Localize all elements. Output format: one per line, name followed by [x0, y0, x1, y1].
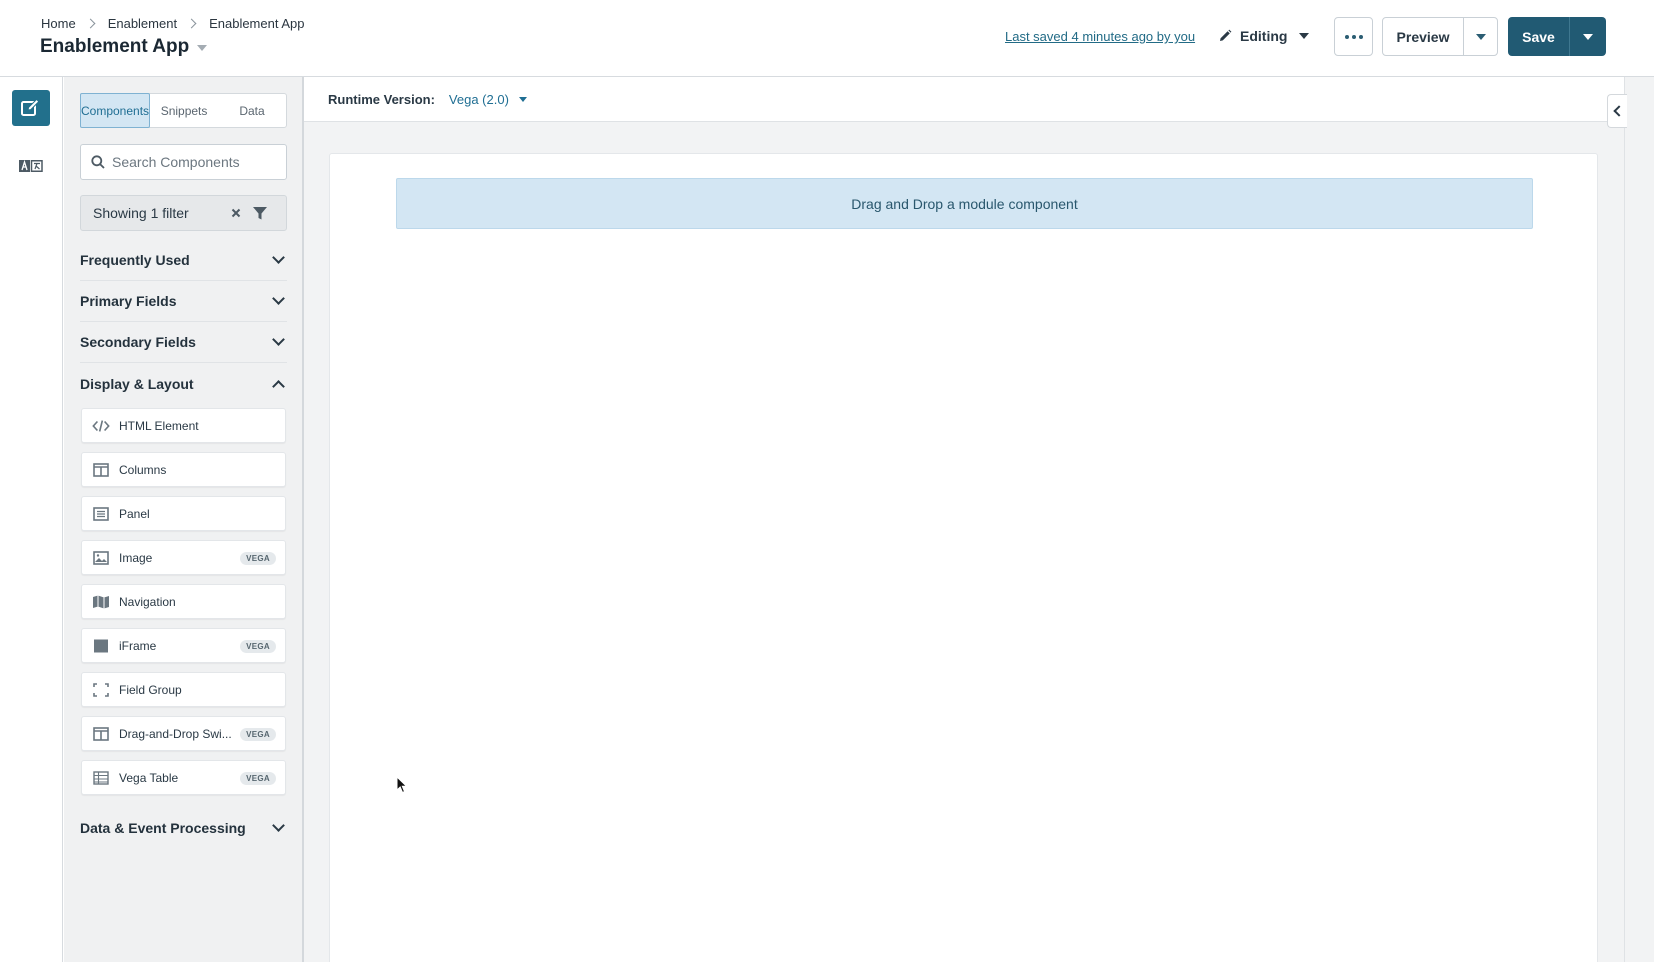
- component-navigation[interactable]: Navigation: [81, 584, 286, 619]
- component-label: Panel: [119, 506, 150, 521]
- table-icon: [93, 770, 109, 785]
- component-label: Image: [119, 550, 153, 565]
- right-rail: [1624, 77, 1654, 962]
- panel-tabs: Components Snippets Data: [80, 93, 287, 128]
- vega-badge: VEGA: [240, 552, 276, 565]
- breadcrumb-home[interactable]: Home: [41, 16, 76, 31]
- edit-mode-button[interactable]: [12, 90, 50, 126]
- component-drag-and-drop-switcher[interactable]: Drag-and-Drop Swi... VEGA: [81, 716, 286, 751]
- tab-data[interactable]: Data: [218, 94, 286, 127]
- chevron-down-icon: [272, 818, 285, 832]
- component-label: Columns: [119, 462, 167, 477]
- page-title: Enablement App: [40, 36, 190, 57]
- app-header: Home Enablement Enablement App Enablemen…: [0, 0, 1654, 77]
- columns-icon: [93, 462, 109, 477]
- mouse-cursor-icon: [396, 776, 408, 794]
- section-label: Data & Event Processing: [80, 819, 246, 836]
- chevron-right-icon: [85, 18, 96, 29]
- chevron-right-icon: [186, 18, 197, 29]
- filter-icon[interactable]: [252, 206, 268, 221]
- save-dropdown-button[interactable]: [1570, 17, 1606, 56]
- mode-dropdown[interactable]: Editing: [1218, 28, 1310, 44]
- map-icon: [93, 595, 109, 608]
- translate-button[interactable]: [19, 159, 43, 177]
- code-icon: [92, 419, 110, 432]
- editor-canvas-area: Runtime Version: Vega (2.0) Drag and Dro…: [304, 77, 1624, 962]
- tab-snippets[interactable]: Snippets: [150, 94, 218, 127]
- chevron-up-icon: [272, 379, 285, 393]
- filter-status: Showing 1 filter: [93, 205, 189, 221]
- pencil-icon: [1220, 29, 1232, 41]
- preview-dropdown-button[interactable]: [1464, 18, 1497, 55]
- save-button[interactable]: Save: [1508, 17, 1570, 56]
- component-field-group[interactable]: Field Group: [81, 672, 286, 707]
- caret-down-icon: [1299, 33, 1310, 39]
- runtime-bar: Runtime Version: Vega (2.0): [304, 77, 1624, 122]
- component-label: HTML Element: [119, 418, 199, 433]
- preview-button[interactable]: Preview: [1383, 18, 1464, 55]
- page-canvas[interactable]: Drag and Drop a module component: [329, 153, 1598, 962]
- component-html-element[interactable]: HTML Element: [81, 408, 286, 443]
- search-icon: [91, 155, 105, 169]
- breadcrumb: Home Enablement Enablement App: [41, 16, 304, 31]
- edit-icon: [21, 98, 40, 116]
- save-button-group: Save: [1508, 17, 1606, 56]
- component-vega-table[interactable]: Vega Table VEGA: [81, 760, 286, 795]
- vega-badge: VEGA: [240, 772, 276, 785]
- image-icon: [93, 550, 109, 565]
- left-rail: [0, 77, 63, 962]
- search-input[interactable]: [112, 154, 282, 170]
- component-panel[interactable]: Panel: [81, 496, 286, 531]
- caret-down-icon[interactable]: [518, 96, 527, 102]
- breadcrumb-enablement[interactable]: Enablement: [108, 16, 177, 31]
- chevron-left-icon: [1613, 105, 1625, 117]
- breadcrumb-current: Enablement App: [209, 16, 305, 31]
- more-options-button[interactable]: [1334, 17, 1373, 56]
- panel-icon: [93, 506, 109, 521]
- component-columns[interactable]: Columns: [81, 452, 286, 487]
- section-data-event-processing[interactable]: Data & Event Processing: [80, 807, 287, 848]
- chevron-down-icon: [272, 333, 285, 346]
- preview-button-group: Preview: [1382, 17, 1498, 56]
- section-label: Display & Layout: [80, 375, 194, 392]
- app-title-dropdown[interactable]: Enablement App: [40, 36, 208, 58]
- caret-down-icon: [197, 45, 208, 51]
- section-label: Secondary Fields: [80, 334, 196, 350]
- module-dropzone[interactable]: Drag and Drop a module component: [396, 178, 1533, 229]
- ellipsis-icon: [1344, 34, 1349, 39]
- chevron-down-icon: [272, 292, 285, 305]
- collapse-panel-button[interactable]: [1607, 94, 1627, 128]
- translate-icon: [19, 159, 43, 172]
- section-display-layout[interactable]: Display & Layout: [80, 363, 287, 404]
- section-secondary-fields[interactable]: Secondary Fields: [80, 322, 287, 363]
- tab-components[interactable]: Components: [80, 93, 151, 128]
- section-primary-fields[interactable]: Primary Fields: [80, 281, 287, 322]
- iframe-icon: [94, 639, 108, 652]
- close-icon[interactable]: [229, 206, 243, 220]
- search-box: [80, 144, 287, 180]
- mode-label: Editing: [1240, 28, 1288, 44]
- runtime-label: Runtime Version:: [328, 91, 435, 107]
- component-label: iFrame: [119, 638, 157, 653]
- chevron-down-icon: [272, 251, 285, 264]
- component-label: Navigation: [119, 594, 176, 609]
- component-label: Vega Table: [119, 770, 179, 785]
- field-group-icon: [93, 682, 109, 697]
- component-label: Drag-and-Drop Swi...: [119, 726, 232, 741]
- section-label: Primary Fields: [80, 293, 177, 309]
- caret-down-icon: [1583, 33, 1593, 40]
- filter-bar: Showing 1 filter: [80, 195, 287, 231]
- section-label: Frequently Used: [80, 252, 190, 268]
- caret-down-icon: [1475, 33, 1486, 40]
- components-panel: Components Snippets Data Showing 1 filte…: [64, 77, 304, 962]
- section-frequently-used[interactable]: Frequently Used: [80, 240, 287, 281]
- component-iframe[interactable]: iFrame VEGA: [81, 628, 286, 663]
- runtime-version-dropdown[interactable]: Vega (2.0): [449, 92, 509, 107]
- vega-badge: VEGA: [240, 728, 276, 741]
- last-saved-link[interactable]: Last saved 4 minutes ago by you: [1005, 29, 1195, 44]
- component-label: Field Group: [119, 682, 182, 697]
- columns-icon: [93, 726, 109, 741]
- vega-badge: VEGA: [240, 640, 276, 653]
- component-image[interactable]: Image VEGA: [81, 540, 286, 575]
